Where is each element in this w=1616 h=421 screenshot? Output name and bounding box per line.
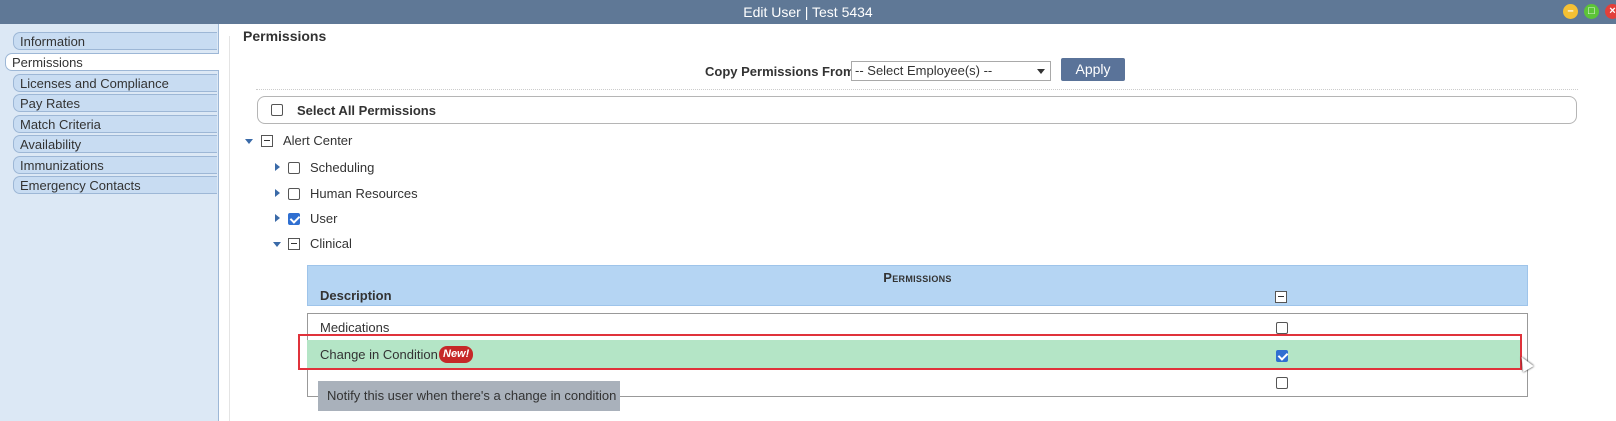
- row-label-change-in-condition: Change in Condition: [320, 347, 438, 362]
- sidebar: Information Permissions Licenses and Com…: [0, 24, 219, 421]
- sidebar-item-label: Match Criteria: [20, 117, 101, 132]
- permissions-grid-header: Permissions Description: [307, 265, 1528, 306]
- sidebar-item-permissions[interactable]: Permissions: [5, 53, 219, 71]
- sidebar-item-label: Availability: [20, 137, 82, 152]
- scheduling-checkbox[interactable]: [288, 162, 300, 174]
- select-all-box: [257, 96, 1577, 124]
- window-titlebar: Edit User | Test 5434: [0, 0, 1616, 24]
- sidebar-item-immunizations[interactable]: Immunizations: [13, 156, 217, 174]
- minimize-icon[interactable]: –: [1563, 4, 1578, 19]
- tree-node-scheduling: Scheduling: [310, 160, 375, 175]
- expand-caret-icon[interactable]: [275, 163, 280, 171]
- sidebar-item-label: Immunizations: [20, 158, 104, 173]
- sidebar-item-label: Information: [20, 34, 86, 49]
- tree-node-human-resources: Human Resources: [310, 186, 418, 201]
- sidebar-item-label: Emergency Contacts: [20, 178, 141, 193]
- sidebar-item-emergency-contacts[interactable]: Emergency Contacts: [13, 176, 217, 194]
- collapse-caret-icon[interactable]: [245, 139, 253, 144]
- medications-checkbox[interactable]: [1276, 322, 1288, 334]
- sidebar-item-match-criteria[interactable]: Match Criteria: [13, 115, 217, 133]
- employee-select[interactable]: -- Select Employee(s) --: [851, 61, 1051, 81]
- sidebar-item-label: Pay Rates: [20, 96, 80, 111]
- row3-checkbox[interactable]: [1276, 377, 1288, 389]
- close-icon[interactable]: ×: [1605, 4, 1616, 19]
- sidebar-item-pay-rates[interactable]: Pay Rates: [13, 94, 217, 112]
- select-all-checkbox[interactable]: [271, 104, 283, 116]
- sidebar-item-licenses[interactable]: Licenses and Compliance: [13, 74, 217, 92]
- expand-caret-icon[interactable]: [275, 214, 280, 222]
- tree-node-user: User: [310, 211, 338, 226]
- tree-node-alert-center: Alert Center: [283, 133, 353, 148]
- grid-title: Permissions: [883, 270, 952, 285]
- select-all-label: Select All Permissions: [297, 103, 436, 118]
- sidebar-item-information[interactable]: Information: [13, 32, 217, 50]
- column-toggle-all-checkbox[interactable]: [1275, 291, 1287, 303]
- tooltip: Notify this user when there's a change i…: [318, 381, 620, 411]
- human-resources-checkbox[interactable]: [288, 188, 300, 200]
- change-in-condition-checkbox[interactable]: [1276, 350, 1288, 362]
- chevron-down-icon: [1037, 69, 1045, 74]
- user-checkbox[interactable]: [288, 213, 300, 225]
- column-description-header: Description: [320, 288, 392, 303]
- window-title: Edit User | Test 5434: [743, 4, 873, 20]
- collapse-caret-icon[interactable]: [273, 242, 281, 247]
- row-label-medications: Medications: [320, 320, 390, 335]
- divider: [256, 89, 1578, 90]
- sidebar-item-label: Permissions: [12, 55, 83, 70]
- expand-caret-icon[interactable]: [275, 189, 280, 197]
- section-title: Permissions: [243, 28, 327, 44]
- alert-center-partial-checkbox[interactable]: [261, 135, 273, 147]
- employee-select-value: -- Select Employee(s) --: [855, 63, 993, 78]
- sidebar-item-label: Licenses and Compliance: [20, 76, 169, 91]
- apply-button[interactable]: Apply: [1061, 58, 1125, 81]
- highlight-outline: [298, 334, 1522, 370]
- sidebar-item-availability[interactable]: Availability: [13, 135, 217, 153]
- new-badge: New!: [439, 346, 474, 363]
- tree-node-clinical: Clinical: [310, 236, 352, 251]
- clinical-partial-checkbox[interactable]: [288, 238, 300, 250]
- section-divider: [229, 36, 230, 421]
- maximize-icon[interactable]: □: [1584, 4, 1599, 19]
- copy-permissions-label: Copy Permissions From: [705, 64, 855, 79]
